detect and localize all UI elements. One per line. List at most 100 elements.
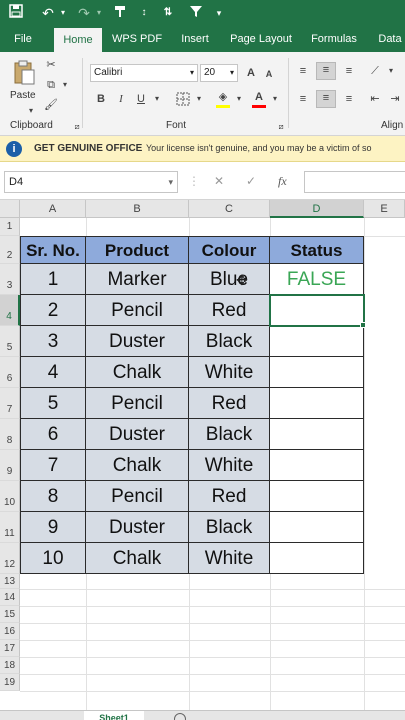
tab-page-layout[interactable]: Page Layout: [226, 26, 296, 52]
row-header[interactable]: 8: [0, 419, 20, 450]
tab-file[interactable]: File: [4, 26, 42, 52]
add-sheet-icon[interactable]: [174, 713, 186, 720]
table-cell[interactable]: [270, 481, 364, 512]
worksheet-grid[interactable]: A B C D E 1 2 3 4 5 6 7 8 9 10 11 12 13 …: [0, 200, 405, 710]
table-cell[interactable]: Pencil: [86, 388, 189, 419]
column-header-b[interactable]: B: [86, 200, 189, 218]
table-cell[interactable]: 8: [21, 481, 86, 512]
table-cell[interactable]: [270, 357, 364, 388]
name-box[interactable]: D4 ▾: [4, 171, 178, 193]
formula-input[interactable]: [304, 171, 405, 193]
font-color-dropdown-icon[interactable]: ▾: [268, 92, 282, 106]
table-cell[interactable]: 4: [21, 357, 86, 388]
italic-button[interactable]: I: [114, 92, 128, 106]
table-header-cell[interactable]: Colour: [189, 237, 270, 264]
save-icon[interactable]: [6, 3, 26, 23]
row-header[interactable]: 12: [0, 543, 20, 574]
table-cell[interactable]: Duster: [86, 419, 189, 450]
table-cell[interactable]: Duster: [86, 326, 189, 357]
row-header[interactable]: 17: [0, 640, 20, 657]
table-cell[interactable]: Red: [189, 481, 270, 512]
tab-data[interactable]: Data: [370, 26, 405, 52]
table-cell[interactable]: Pencil: [86, 481, 189, 512]
row-header[interactable]: 15: [0, 606, 20, 623]
table-cell[interactable]: 6: [21, 419, 86, 450]
table-cell[interactable]: White: [189, 357, 270, 388]
redo-dropdown-icon[interactable]: ▾: [94, 3, 104, 23]
align-middle-icon[interactable]: ≡: [316, 62, 336, 80]
row-header[interactable]: 10: [0, 481, 20, 512]
column-header-e[interactable]: E: [364, 200, 405, 218]
table-cell[interactable]: 5: [21, 388, 86, 419]
underline-dropdown-icon[interactable]: ▾: [150, 92, 164, 106]
table-cell[interactable]: [270, 512, 364, 543]
table-cell[interactable]: 10: [21, 543, 86, 574]
table-cell[interactable]: Duster: [86, 512, 189, 543]
format-painter-ribbon-icon[interactable]: 🖌: [44, 98, 58, 112]
row-header[interactable]: 1: [0, 218, 20, 236]
tab-insert[interactable]: Insert: [172, 26, 218, 52]
borders-icon[interactable]: [176, 92, 190, 106]
borders-dropdown-icon[interactable]: ▾: [192, 92, 206, 106]
row-header[interactable]: 11: [0, 512, 20, 543]
tab-home[interactable]: Home: [54, 28, 102, 52]
copy-dropdown-icon[interactable]: ▾: [58, 78, 72, 92]
fill-color-icon[interactable]: ◈: [216, 90, 230, 104]
table-cell[interactable]: Chalk: [86, 543, 189, 574]
row-header[interactable]: 3: [0, 264, 20, 295]
table-cell[interactable]: 3: [21, 326, 86, 357]
increase-indent-icon[interactable]: ⇥: [388, 92, 402, 106]
row-header[interactable]: 2: [0, 236, 20, 264]
font-color-button[interactable]: A: [252, 90, 266, 104]
bold-button[interactable]: B: [94, 92, 108, 106]
table-cell[interactable]: 7: [21, 450, 86, 481]
select-all-button[interactable]: [0, 200, 20, 218]
table-cell[interactable]: Red: [189, 388, 270, 419]
row-header[interactable]: 16: [0, 623, 20, 640]
font-size-select[interactable]: 20 ▾: [200, 64, 238, 82]
table-cell[interactable]: Chalk: [86, 450, 189, 481]
table-header-cell[interactable]: Sr. No.: [21, 237, 86, 264]
font-name-select[interactable]: Calibri ▾: [90, 64, 198, 82]
align-right-icon[interactable]: ≡: [342, 92, 356, 106]
row-header[interactable]: 6: [0, 357, 20, 388]
redo-icon[interactable]: ↷: [74, 3, 94, 23]
row-header[interactable]: 4: [0, 295, 20, 326]
table-cell[interactable]: Marker: [86, 264, 189, 295]
table-cell[interactable]: [270, 419, 364, 450]
align-top-icon[interactable]: ≡: [296, 64, 310, 78]
copy-icon[interactable]: ⧉: [44, 78, 58, 92]
table-cell[interactable]: [270, 326, 364, 357]
tab-wps-pdf[interactable]: WPS PDF: [110, 26, 164, 52]
fill-color-dropdown-icon[interactable]: ▾: [232, 92, 246, 106]
row-header[interactable]: 19: [0, 674, 20, 691]
row-header[interactable]: 18: [0, 657, 20, 674]
font-launcher-icon[interactable]: ⧄: [274, 120, 288, 134]
table-cell[interactable]: 2: [21, 295, 86, 326]
table-cell[interactable]: Red: [189, 295, 270, 326]
fill-handle[interactable]: [360, 322, 366, 328]
sort-desc-icon[interactable]: ⇅: [160, 3, 176, 23]
column-header-a[interactable]: A: [20, 200, 86, 218]
decrease-indent-icon[interactable]: ⇤: [368, 92, 382, 106]
more-options-icon[interactable]: ⋮: [188, 174, 200, 188]
tab-formulas[interactable]: Formulas: [306, 26, 362, 52]
underline-button[interactable]: U: [134, 92, 148, 106]
table-cell[interactable]: 1: [21, 264, 86, 295]
table-cell[interactable]: Pencil: [86, 295, 189, 326]
align-left-icon[interactable]: ≡: [296, 92, 310, 106]
table-cell[interactable]: 9: [21, 512, 86, 543]
decrease-font-icon[interactable]: A: [262, 67, 276, 81]
undo-dropdown-icon[interactable]: ▾: [58, 3, 68, 23]
table-cell[interactable]: Black: [189, 419, 270, 450]
row-header[interactable]: 13: [0, 574, 20, 589]
column-header-d[interactable]: D: [270, 200, 364, 218]
align-center-icon[interactable]: ≡: [316, 90, 336, 108]
table-cell[interactable]: Blue: [189, 264, 270, 295]
column-header-c[interactable]: C: [189, 200, 270, 218]
table-cell[interactable]: [270, 450, 364, 481]
insert-function-button[interactable]: fx: [278, 174, 287, 189]
orientation-icon[interactable]: ⟋: [368, 64, 382, 78]
filter-icon[interactable]: [186, 3, 206, 23]
more-icon[interactable]: ▾: [212, 3, 226, 23]
